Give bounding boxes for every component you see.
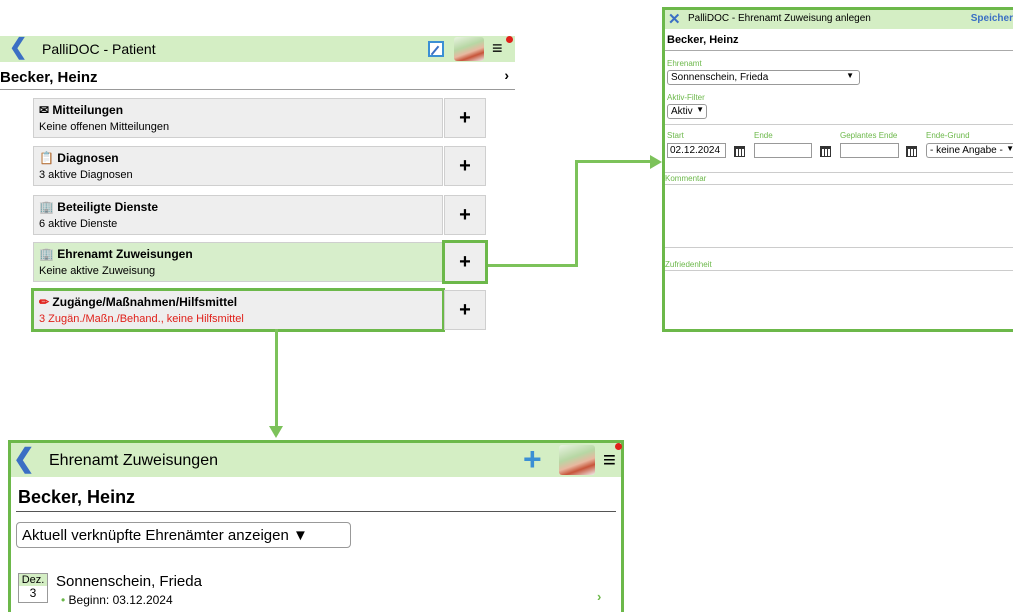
patient-row[interactable]: Becker, Heinz › [0, 64, 515, 90]
arrow-down-icon [269, 426, 283, 438]
connector-line [488, 264, 576, 267]
patient-name: Becker, Heinz [0, 69, 98, 86]
card-subtitle: 3 Zugän./Maßn./Behand., keine Hilfsmitte… [39, 313, 244, 325]
save-button[interactable]: Speicher [971, 13, 1013, 24]
card-beteiligte-dienste[interactable]: 🏢 Beteiligte Dienste 6 aktive Dienste [33, 195, 443, 235]
arrow-right-icon [650, 155, 662, 169]
geplantes-ende-input[interactable] [840, 143, 899, 158]
add-zugang-button[interactable]: + [444, 290, 486, 330]
divider [16, 511, 616, 512]
ehrenamt-list-panel: ❮ Ehrenamt Zuweisungen + ≡ Becker, Heinz… [8, 440, 624, 612]
form-header-bar: ✕ PalliDOC - Ehrenamt Zuweisung anlegen … [665, 10, 1013, 29]
calendar-icon[interactable] [734, 146, 745, 157]
filter-value: Aktuell verknüpfte Ehrenämter anzeigen [22, 527, 289, 544]
aktiv-filter-label: Aktiv-Filter [667, 93, 705, 102]
chevron-right-icon[interactable]: › [504, 67, 509, 83]
start-date-input[interactable]: 02.12.2024 [667, 143, 726, 158]
ehrenamt-form-panel: ✕ PalliDOC - Ehrenamt Zuweisung anlegen … [662, 7, 1013, 332]
card-title: Ehrenamt Zuweisungen [57, 247, 193, 261]
menu-icon[interactable]: ≡ [492, 38, 503, 59]
pallidoc-logo [454, 37, 484, 61]
date-day: 3 [29, 586, 37, 600]
ende-grund-value: - keine Angabe - [930, 145, 1003, 156]
kommentar-textarea-top[interactable] [665, 184, 1013, 185]
ehrenamt-label: Ehrenamt [667, 59, 702, 68]
notification-dot [506, 36, 513, 43]
ende-grund-select[interactable]: - keine Angabe - ▼ [926, 143, 1013, 158]
dropdown-arrow-icon: ▼ [846, 71, 854, 80]
ende-grund-label: Ende-Grund [926, 131, 970, 140]
add-ehrenamt-zuweisung-button[interactable]: + [442, 240, 488, 284]
pallidoc-logo [559, 445, 595, 475]
form-title: PalliDOC - Ehrenamt Zuweisung anlegen [688, 13, 871, 24]
divider [665, 124, 1013, 125]
patient-overview-panel: ❮ PalliDOC - Patient ≡ Becker, Heinz › ✉… [0, 32, 520, 362]
building-icon: 🏢 [39, 200, 54, 214]
close-icon[interactable]: ✕ [668, 10, 681, 28]
card-subtitle: 6 aktive Dienste [39, 218, 118, 230]
patient-header-title: PalliDOC - Patient [42, 41, 156, 57]
form-patient-name: Becker, Heinz [667, 34, 739, 46]
aktiv-filter-value: Aktiv [671, 106, 693, 117]
add-dienst-button[interactable]: + [444, 195, 486, 235]
pencil-icon: ✏ [39, 295, 50, 309]
card-title: Beteiligte Dienste [57, 200, 158, 214]
card-title: Zugänge/Maßnahmen/Hilfsmittel [52, 295, 238, 309]
date-month: Dez. [19, 574, 47, 586]
card-subtitle: Keine aktive Zuweisung [39, 265, 156, 277]
kommentar-label: Kommentar [665, 174, 707, 183]
assignment-start: Beginn: 03.12.2024 [61, 593, 173, 607]
list-title: Ehrenamt Zuweisungen [49, 452, 218, 469]
card-title: Mitteilungen [52, 103, 124, 117]
clipboard-icon: 📋 [39, 151, 54, 165]
calendar-icon[interactable] [820, 146, 831, 157]
envelope-icon: ✉ [39, 103, 50, 117]
notification-dot [615, 443, 622, 450]
calendar-icon[interactable] [906, 146, 917, 157]
ende-label: Ende [754, 131, 773, 140]
chevron-right-icon[interactable]: › [597, 589, 601, 604]
divider [665, 247, 1013, 248]
card-title: Diagnosen [57, 151, 119, 165]
add-mitteilung-button[interactable]: + [444, 98, 486, 138]
geplantes-ende-label: Geplantes Ende [840, 131, 898, 140]
list-header-bar: ❮ Ehrenamt Zuweisungen + ≡ [11, 443, 622, 477]
card-ehrenamt-zuweisungen[interactable]: 🏢 Ehrenamt Zuweisungen Keine aktive Zuwe… [33, 242, 443, 282]
aktiv-filter-select[interactable]: Aktiv ▼ [667, 104, 707, 119]
ehrenamt-value: Sonnenschein, Frieda [671, 72, 769, 83]
menu-icon[interactable]: ≡ [603, 447, 616, 473]
divider [665, 172, 1013, 173]
back-chevron-icon[interactable]: ❮ [9, 36, 27, 58]
add-diagnose-button[interactable]: + [444, 146, 486, 186]
connector-line [575, 160, 578, 267]
connector-line [575, 160, 652, 163]
start-label: Start [667, 131, 684, 140]
card-subtitle: 3 aktive Diagnosen [39, 169, 133, 181]
patient-header-bar: ❮ PalliDOC - Patient ≡ [0, 36, 515, 62]
ehrenamt-select[interactable]: Sonnenschein, Frieda ▼ [667, 70, 860, 85]
volunteer-name[interactable]: Sonnenschein, Frieda [56, 573, 202, 590]
card-zugaenge-massnahmen[interactable]: ✏ Zugänge/Maßnahmen/Hilfsmittel 3 Zugän.… [31, 288, 445, 332]
ende-date-input[interactable] [754, 143, 812, 158]
zufriedenheit-label: Zufriedenheit [665, 260, 712, 269]
dropdown-arrow-icon: ▼ [696, 105, 704, 114]
list-patient-name: Becker, Heinz [18, 487, 136, 507]
ehrenamt-filter-select[interactable]: Aktuell verknüpfte Ehrenämter anzeigen ▼ [16, 522, 351, 548]
card-mitteilungen[interactable]: ✉ Mitteilungen Keine offenen Mitteilunge… [33, 98, 443, 138]
divider [665, 50, 1013, 51]
connector-line [275, 329, 278, 427]
date-badge: Dez. 3 [18, 573, 48, 603]
dropdown-arrow-icon: ▼ [1006, 144, 1013, 153]
building-icon: 🏢 [39, 247, 54, 261]
dropdown-arrow-icon: ▼ [293, 527, 308, 544]
add-icon[interactable]: + [523, 443, 542, 475]
back-chevron-icon[interactable]: ❮ [13, 445, 35, 471]
zufriedenheit-field[interactable] [665, 270, 1013, 271]
card-diagnosen[interactable]: 📋 Diagnosen 3 aktive Diagnosen [33, 146, 443, 186]
card-subtitle: Keine offenen Mitteilungen [39, 121, 170, 133]
edit-icon[interactable] [428, 41, 444, 57]
